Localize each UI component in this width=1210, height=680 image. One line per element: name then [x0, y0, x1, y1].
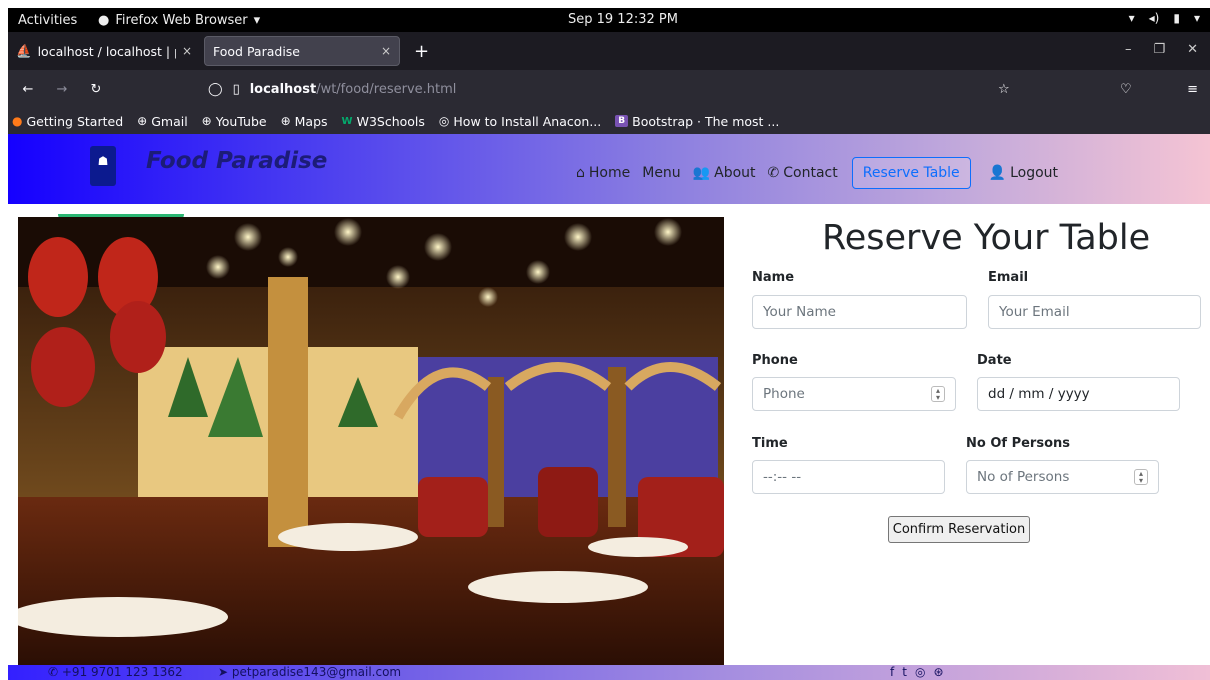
footer-email[interactable]: ➤ petparadise143@gmail.com: [218, 665, 401, 679]
globe-icon: ⊕: [280, 114, 291, 128]
persons-label: No Of Persons: [966, 436, 1070, 451]
user-icon: 👤: [988, 165, 1007, 181]
bookmarks-toolbar: ● Getting Started ⊕ Gmail ⊕ YouTube ⊕ Maps W…: [8, 108, 1210, 134]
tab-title: localhost / localhost | php: [37, 43, 176, 59]
site-brand[interactable]: Food Paradise: [146, 148, 327, 174]
back-icon[interactable]: ←: [16, 82, 40, 97]
users-icon: 👥: [692, 165, 711, 181]
nav-contact[interactable]: ✆ Contact: [768, 165, 838, 181]
url-bar[interactable]: ◯ ▯ localhost/wt/food/reserve.html: [208, 82, 456, 97]
battery-icon: ▮: [1173, 11, 1180, 25]
url-host: localhost: [249, 81, 317, 97]
persons-input[interactable]: No of Persons ▴ ▾: [966, 460, 1159, 494]
site-logo[interactable]: ☗: [90, 146, 116, 186]
minimize-icon[interactable]: –: [1125, 42, 1132, 57]
date-label: Date: [977, 353, 1012, 368]
pocket-icon[interactable]: ♡: [1120, 82, 1132, 97]
wifi-icon: ▾: [1128, 11, 1135, 25]
twitter-icon[interactable]: t: [902, 665, 907, 679]
tab-close-icon[interactable]: ×: [182, 44, 192, 58]
site-nav: ⌂ Home Menu 👥 About ✆ Contact Reserve Table…: [576, 157, 1058, 189]
time-label: Time: [752, 436, 788, 451]
restaurant-photo: [18, 217, 724, 667]
tab-title: Food Paradise: [213, 43, 300, 59]
bookmark-anaconda[interactable]: ◎ How to Install Anacon...: [439, 114, 601, 129]
new-tab-button[interactable]: +: [414, 41, 429, 62]
globe-icon: ⊕: [201, 114, 212, 128]
tab-close-icon[interactable]: ×: [381, 44, 391, 58]
email-input[interactable]: Your Email: [988, 295, 1201, 329]
globe-icon: ⊕: [137, 114, 148, 128]
bookmark-w3schools[interactable]: W W3Schools: [342, 114, 425, 129]
nav-menu[interactable]: Menu: [642, 165, 680, 181]
window-controls: – ❐ ✕: [1125, 42, 1198, 57]
bookmark-bootstrap[interactable]: B Bootstrap · The most ...: [615, 114, 779, 129]
nav-home[interactable]: ⌂ Home: [576, 165, 630, 181]
nav-about[interactable]: 👥 About: [693, 165, 756, 181]
site-footer: ✆ +91 9701 123 1362 ➤ petparadise143@gma…: [8, 665, 1210, 680]
social-links: f t ◎ ⊛: [890, 665, 944, 679]
restore-icon[interactable]: ❐: [1153, 42, 1165, 57]
name-label: Name: [752, 270, 795, 285]
volume-icon: ◂): [1148, 11, 1160, 25]
bookmark-getting-started[interactable]: ● Getting Started: [12, 114, 123, 129]
form-title: Reserve Your Table: [822, 218, 1151, 258]
tab-localhost-php[interactable]: ⛵ localhost / localhost | php ×: [8, 36, 200, 66]
system-tray[interactable]: ▾ ◂) ▮ ▾: [1129, 11, 1200, 25]
bookmark-youtube[interactable]: ⊕ YouTube: [202, 114, 267, 129]
activities-button[interactable]: Activities: [8, 13, 98, 28]
clock[interactable]: Sep 19 12:32 PM: [568, 12, 678, 27]
firefox-icon: ●: [98, 12, 110, 28]
app-name: Firefox Web Browser: [115, 12, 248, 28]
spinner-icon[interactable]: ▴ ▾: [931, 386, 945, 402]
home-icon: ⌂: [576, 165, 585, 181]
page-icon: ▯: [232, 81, 240, 97]
nav-logout[interactable]: 👤 Logout: [989, 165, 1058, 181]
time-input[interactable]: --:-- --: [752, 460, 945, 494]
hamburger-menu-icon[interactable]: ≡: [1187, 82, 1198, 97]
forward-icon[interactable]: →: [50, 82, 74, 97]
date-input[interactable]: dd / mm / yyyy: [977, 377, 1180, 411]
confirm-reservation-button[interactable]: Confirm Reservation: [888, 516, 1030, 543]
system-top-bar: Activities ● Firefox Web Browser ▾ Sep 1…: [8, 8, 1210, 32]
phone-input[interactable]: Phone ▴ ▾: [752, 377, 956, 411]
url-path: /wt/food/reserve.html: [316, 81, 457, 97]
spinner-icon[interactable]: ▴ ▾: [1134, 469, 1148, 485]
bookmark-gmail[interactable]: ⊕ Gmail: [137, 114, 188, 129]
dribbble-icon[interactable]: ⊛: [933, 665, 943, 679]
reload-icon[interactable]: ↻: [84, 82, 108, 97]
tab-strip: ⛵ localhost / localhost | php × Food Par…: [8, 32, 1210, 70]
navigation-toolbar: ← → ↻ ◯ ▯ localhost/wt/food/reserve.html…: [8, 70, 1210, 108]
footer-phone: ✆ +91 9701 123 1362: [48, 665, 183, 679]
shield-icon: ◯: [208, 81, 223, 97]
app-menu[interactable]: ● Firefox Web Browser ▾: [98, 13, 260, 28]
anaconda-icon: ◎: [438, 114, 450, 128]
name-input[interactable]: Your Name: [752, 295, 967, 329]
chevron-down-icon: ▾: [1193, 11, 1200, 25]
close-icon[interactable]: ✕: [1187, 42, 1198, 57]
bookmark-maps[interactable]: ⊕ Maps: [281, 114, 328, 129]
instagram-icon[interactable]: ◎: [915, 665, 925, 679]
nav-reserve-table[interactable]: Reserve Table: [851, 157, 971, 189]
send-icon: ➤: [218, 665, 232, 679]
phone-icon: ✆: [767, 165, 780, 181]
chef-icon: ☗: [97, 154, 109, 168]
chevron-down-icon: ▾: [253, 12, 261, 28]
tab-food-paradise[interactable]: Food Paradise ×: [204, 36, 400, 66]
bookmark-star-icon[interactable]: ☆: [998, 82, 1010, 97]
email-label: Email: [988, 270, 1029, 285]
facebook-icon[interactable]: f: [890, 665, 894, 679]
firefox-icon: ●: [12, 114, 23, 128]
bootstrap-icon: B: [615, 115, 629, 127]
phone-label: Phone: [752, 353, 798, 368]
phone-icon: ✆: [48, 665, 62, 679]
site-header: ☗ Food Paradise ⌂ Home Menu 👥 About ✆ Conta…: [8, 134, 1210, 204]
phpmyadmin-icon: ⛵: [16, 43, 32, 58]
w3schools-icon: W: [341, 115, 353, 127]
